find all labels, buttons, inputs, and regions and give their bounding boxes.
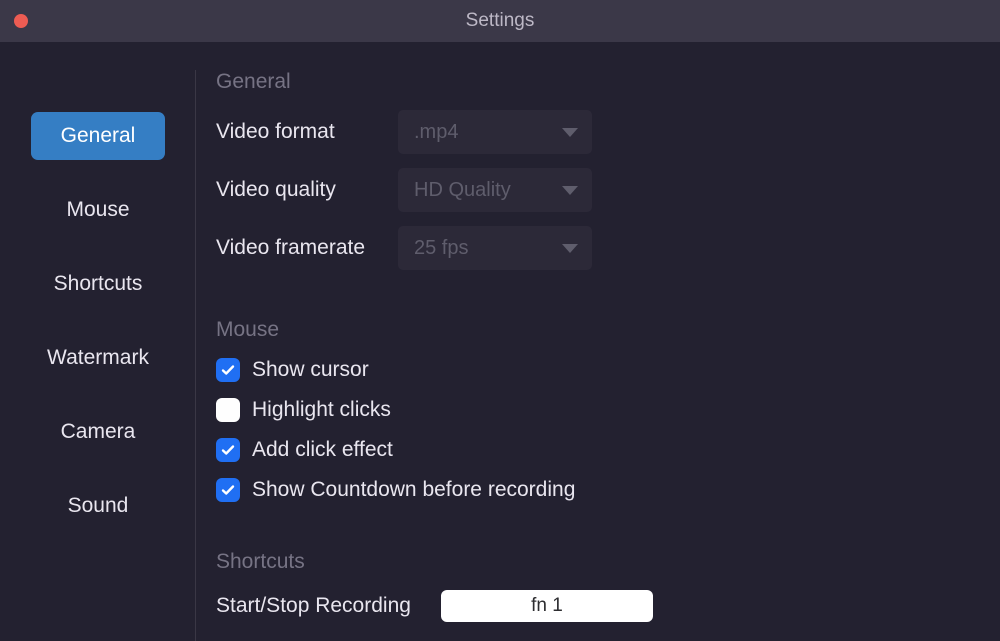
sidebar-item-general[interactable]: General [31,112,165,160]
row-show-countdown: Show Countdown before recording [216,478,980,502]
check-icon [220,482,236,498]
sidebar-divider [195,70,196,641]
section-general: General Video format .mp4 Video quality … [216,70,980,270]
content: General Mouse Shortcuts Watermark Camera… [0,42,1000,641]
select-value-video-format: .mp4 [414,121,458,144]
sidebar-item-camera[interactable]: Camera [31,408,165,456]
select-video-format[interactable]: .mp4 [398,110,592,154]
label-video-format: Video format [216,120,398,144]
check-icon [220,362,236,378]
row-video-format: Video format .mp4 [216,110,980,154]
chevron-down-icon [562,244,578,253]
row-add-click-effect: Add click effect [216,438,980,462]
main-panel: General Video format .mp4 Video quality … [196,42,1000,641]
section-shortcuts: Shortcuts Start/Stop Recording fn 1 [216,550,980,622]
label-show-cursor: Show cursor [252,358,369,382]
label-video-framerate: Video framerate [216,236,398,260]
sidebar-item-sound[interactable]: Sound [31,482,165,530]
row-show-cursor: Show cursor [216,358,980,382]
titlebar: Settings [0,0,1000,42]
sidebar: General Mouse Shortcuts Watermark Camera… [0,42,196,641]
close-window-button[interactable] [14,14,28,28]
label-show-countdown: Show Countdown before recording [252,478,575,502]
select-value-video-framerate: 25 fps [414,237,468,260]
sidebar-item-shortcuts[interactable]: Shortcuts [31,260,165,308]
chevron-down-icon [562,128,578,137]
row-highlight-clicks: Highlight clicks [216,398,980,422]
select-video-quality[interactable]: HD Quality [398,168,592,212]
checkbox-show-cursor[interactable] [216,358,240,382]
label-video-quality: Video quality [216,178,398,202]
window-title: Settings [466,10,535,32]
checkbox-highlight-clicks[interactable] [216,398,240,422]
section-header-general: General [216,70,980,94]
sidebar-item-watermark[interactable]: Watermark [31,334,165,382]
section-header-mouse: Mouse [216,318,980,342]
section-header-shortcuts: Shortcuts [216,550,980,574]
checkbox-add-click-effect[interactable] [216,438,240,462]
label-add-click-effect: Add click effect [252,438,393,462]
section-mouse: Mouse Show cursor Highlight clicks [216,318,980,502]
row-video-framerate: Video framerate 25 fps [216,226,980,270]
shortcut-field-start-stop[interactable]: fn 1 [441,590,653,622]
label-highlight-clicks: Highlight clicks [252,398,391,422]
check-icon [220,442,236,458]
checkbox-show-countdown[interactable] [216,478,240,502]
chevron-down-icon [562,186,578,195]
select-value-video-quality: HD Quality [414,179,511,202]
select-video-framerate[interactable]: 25 fps [398,226,592,270]
sidebar-item-mouse[interactable]: Mouse [31,186,165,234]
row-video-quality: Video quality HD Quality [216,168,980,212]
traffic-lights [14,14,28,28]
row-start-stop-recording: Start/Stop Recording fn 1 [216,590,980,622]
label-start-stop-recording: Start/Stop Recording [216,594,411,618]
